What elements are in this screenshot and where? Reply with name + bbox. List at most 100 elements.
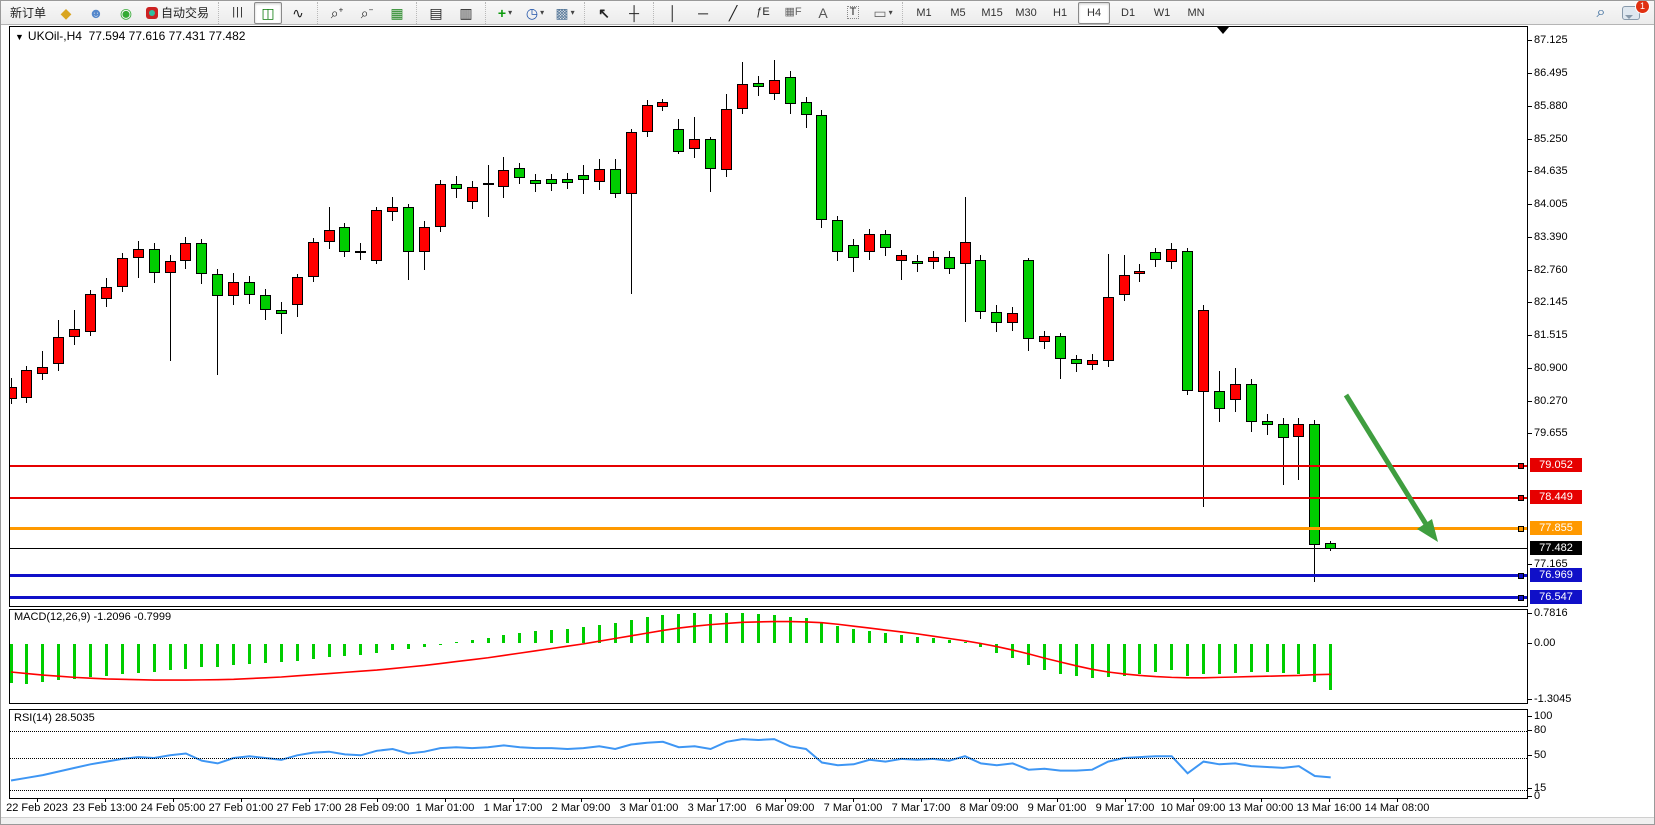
candle-body xyxy=(1166,249,1177,262)
candle-body xyxy=(69,329,80,337)
ohlc-values: 77.594 77.616 77.431 77.482 xyxy=(89,29,246,43)
rsi-level-line xyxy=(10,758,1528,759)
candle-wick xyxy=(281,302,282,334)
shapes-tool[interactable]: ▭▾ xyxy=(869,2,897,24)
timeframe-h4[interactable]: H4 xyxy=(1078,2,1110,24)
candle-body xyxy=(196,243,207,274)
trendline-tool[interactable]: ╱ xyxy=(719,2,747,24)
rsi-tick xyxy=(1528,796,1532,797)
period-clock-button[interactable]: ◷▾ xyxy=(521,2,549,24)
date-label: 27 Feb 01:00 xyxy=(209,802,274,814)
chat-icon[interactable]: 1 xyxy=(1617,2,1645,24)
bar-chart-icon[interactable]: ||| xyxy=(224,2,252,24)
line-end-marker xyxy=(1518,595,1524,601)
chevron-down-icon: ▾ xyxy=(540,8,544,17)
search-icon[interactable]: ⌕ xyxy=(1587,2,1615,24)
candlestick-chart-icon[interactable]: ◫ xyxy=(254,2,282,24)
zoom-out-icon[interactable]: ⌕− xyxy=(353,2,381,24)
timeframe-m1[interactable]: M1 xyxy=(908,2,940,24)
candle-body xyxy=(117,258,128,287)
date-label: 7 Mar 17:00 xyxy=(892,802,951,814)
price-tick-label: 81.515 xyxy=(1534,329,1568,341)
candle-body xyxy=(292,277,303,305)
candle-body xyxy=(1198,310,1209,392)
horizontal-line-tool[interactable]: ─ xyxy=(689,2,717,24)
price-tick-label: 83.390 xyxy=(1534,231,1568,243)
new-order-button[interactable]: 新订单 xyxy=(6,2,50,24)
fibonacci-tool[interactable]: ƒE xyxy=(749,2,777,24)
candle-body xyxy=(642,105,653,132)
horizontal-level-line[interactable] xyxy=(10,574,1528,577)
horizontal-level-line[interactable] xyxy=(10,465,1528,467)
market-watch-icon[interactable]: ◆ xyxy=(52,2,80,24)
rsi-line xyxy=(10,710,1528,799)
date-label: 8 Mar 09:00 xyxy=(960,802,1019,814)
price-tick xyxy=(1528,40,1532,41)
tile-windows-icon[interactable]: ▦ xyxy=(383,2,411,24)
arrange-charts-icon[interactable]: ▤ xyxy=(422,2,450,24)
zoom-in-icon[interactable]: ⌕+ xyxy=(323,2,351,24)
symbol-dropdown-icon[interactable]: ▼ xyxy=(15,32,24,42)
timeframe-mn[interactable]: MN xyxy=(1180,2,1212,24)
price-tick xyxy=(1528,564,1532,565)
price-line-chip: 76.547 xyxy=(1530,590,1582,604)
price-tick-label: 82.760 xyxy=(1534,264,1568,276)
cursor-tool[interactable]: ↖ xyxy=(590,2,618,24)
template-button[interactable]: ▩▾ xyxy=(551,2,579,24)
crosshair-tool[interactable]: ┼ xyxy=(620,2,648,24)
symbol-period-label: UKOil-,H4 xyxy=(28,29,82,43)
text-tool[interactable]: A xyxy=(809,2,837,24)
chevron-down-icon: ▾ xyxy=(889,8,893,17)
profile-icon[interactable]: ☻ xyxy=(82,2,110,24)
price-line-chip: 77.855 xyxy=(1530,521,1582,535)
text-label-tool[interactable]: T xyxy=(839,2,867,24)
timeframe-w1[interactable]: W1 xyxy=(1146,2,1178,24)
candle-wick xyxy=(901,250,902,280)
horizontal-level-line[interactable] xyxy=(10,596,1528,599)
candle-body xyxy=(991,312,1002,324)
date-label: 1 Mar 01:00 xyxy=(416,802,475,814)
price-tick-label: 82.145 xyxy=(1534,296,1568,308)
horizontal-level-line[interactable] xyxy=(10,497,1528,499)
price-chart-panel[interactable] xyxy=(9,26,1528,607)
price-tick-label: 80.270 xyxy=(1534,395,1568,407)
timeframe-m15[interactable]: M15 xyxy=(976,2,1008,24)
rsi-panel[interactable] xyxy=(9,709,1528,799)
timeframe-d1[interactable]: D1 xyxy=(1112,2,1144,24)
candle-body xyxy=(483,183,494,185)
candle-body xyxy=(85,294,96,332)
channel-tool[interactable]: ▦F xyxy=(779,2,807,24)
line-end-marker xyxy=(1518,573,1524,579)
chart-title: ▼ UKOil-,H4 77.594 77.616 77.431 77.482 xyxy=(15,29,245,43)
rsi-tick-label: 80 xyxy=(1534,724,1546,736)
date-label: 3 Mar 01:00 xyxy=(620,802,679,814)
candle-body xyxy=(419,227,430,252)
candle-body xyxy=(1278,424,1289,438)
price-tick xyxy=(1528,302,1532,303)
macd-panel[interactable] xyxy=(9,609,1528,704)
candle-body xyxy=(324,230,335,242)
candle-body xyxy=(149,249,160,273)
price-tick-label: 85.250 xyxy=(1534,133,1568,145)
add-indicator-button[interactable]: +▾ xyxy=(491,2,519,24)
line-chart-icon[interactable]: ∿ xyxy=(284,2,312,24)
cascade-charts-icon[interactable]: ▥ xyxy=(452,2,480,24)
candle-body xyxy=(403,207,414,252)
autotrade-button[interactable]: 自动交易 xyxy=(142,2,213,24)
timeframe-m5[interactable]: M5 xyxy=(942,2,974,24)
date-label: 9 Mar 17:00 xyxy=(1096,802,1155,814)
macd-signal-line xyxy=(10,610,1528,704)
horizontal-level-line[interactable] xyxy=(10,527,1528,530)
price-tick xyxy=(1528,73,1532,74)
candle-body xyxy=(1087,360,1098,365)
vertical-line-tool[interactable]: │ xyxy=(659,2,687,24)
horizontal-level-line[interactable] xyxy=(10,548,1528,549)
candle-body xyxy=(37,367,48,374)
timeframe-group: M1M5M15M30H1H4D1W1MN xyxy=(902,2,1217,24)
timeframe-m30[interactable]: M30 xyxy=(1010,2,1042,24)
signal-icon[interactable]: ◉ xyxy=(112,2,140,24)
date-label: 14 Mar 08:00 xyxy=(1365,802,1430,814)
price-line-chip: 76.969 xyxy=(1530,568,1582,582)
timeframe-h1[interactable]: H1 xyxy=(1044,2,1076,24)
candle-body xyxy=(769,80,780,94)
